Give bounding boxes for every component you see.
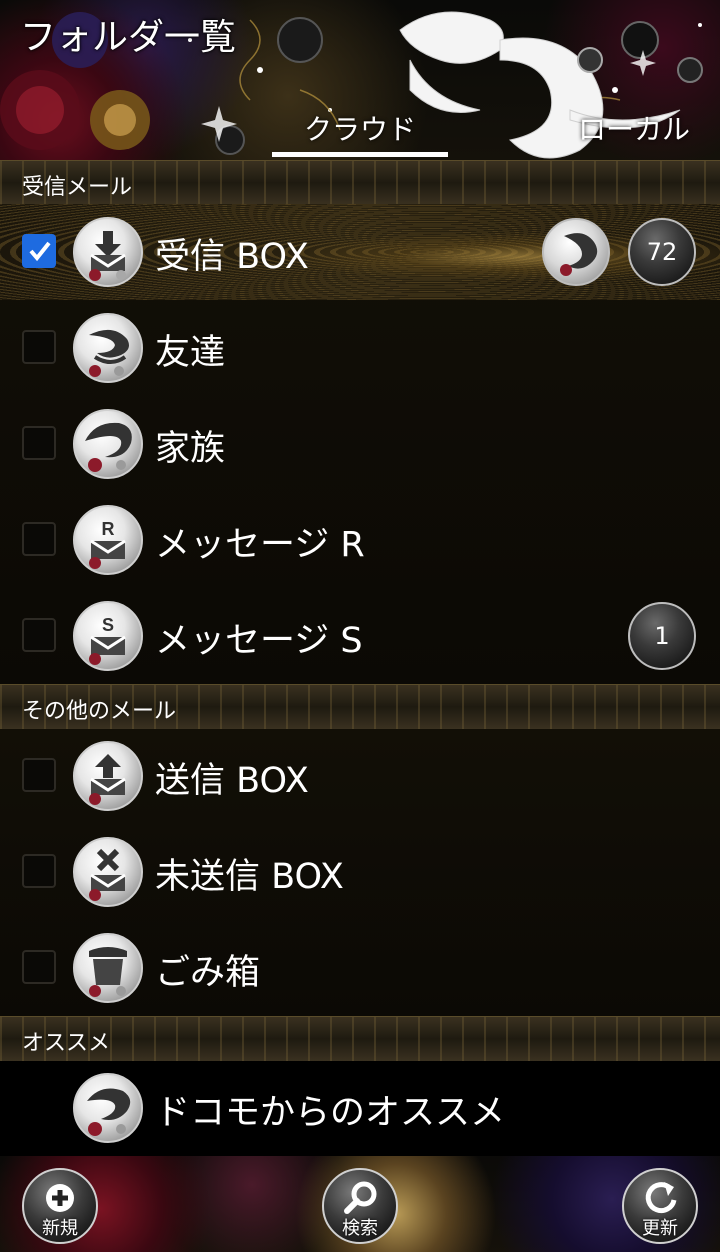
dragon-badge bbox=[542, 218, 610, 286]
checkbox[interactable] bbox=[22, 522, 56, 556]
tab-local-label: ローカル bbox=[577, 113, 690, 146]
folder-row-friends[interactable]: 友達 bbox=[0, 300, 720, 396]
folder-row-docomo-recommend[interactable]: ドコモからのオススメ bbox=[0, 1060, 720, 1156]
folder-row-message-s[interactable]: S メッセージ S 1 bbox=[0, 588, 720, 684]
folder-row-message-r[interactable]: R メッセージ R bbox=[0, 492, 720, 588]
svg-text:S: S bbox=[102, 615, 114, 635]
section-header-recommend: オススメ bbox=[0, 1016, 720, 1062]
outbox-upload-icon bbox=[73, 741, 143, 811]
folder-row-unsent[interactable]: 未送信 BOX bbox=[0, 824, 720, 920]
new-button[interactable]: 新規 bbox=[20, 1164, 100, 1248]
tab-local[interactable]: ローカル bbox=[548, 108, 720, 160]
inbox-download-icon bbox=[73, 217, 143, 287]
tab-cloud[interactable]: クラウド bbox=[272, 108, 448, 160]
check-icon bbox=[29, 241, 51, 262]
section-header-inbox: 受信メール bbox=[0, 160, 720, 206]
section-title: オススメ bbox=[22, 1031, 111, 1056]
unread-count-badge: 72 bbox=[628, 218, 696, 286]
page-title: フォルダ一覧 bbox=[20, 17, 237, 58]
svg-text:R: R bbox=[102, 519, 115, 539]
checkbox[interactable] bbox=[22, 854, 56, 888]
refresh-button[interactable]: 更新 bbox=[620, 1164, 700, 1248]
dragon-icon bbox=[73, 1073, 143, 1143]
dragon-icon bbox=[73, 409, 143, 479]
unsent-x-icon bbox=[73, 837, 143, 907]
folder-label: 受信 BOX bbox=[155, 237, 309, 277]
folder-label: 未送信 BOX bbox=[155, 857, 344, 897]
checkbox[interactable] bbox=[22, 758, 56, 792]
tab-selected-indicator bbox=[272, 152, 448, 157]
folder-row-family[interactable]: 家族 bbox=[0, 396, 720, 492]
folder-label: メッセージ S bbox=[155, 621, 363, 661]
header: フォルダ一覧 クラウド ローカル bbox=[0, 0, 720, 160]
refresh-button-label: 更新 bbox=[642, 1218, 678, 1239]
checkbox[interactable] bbox=[22, 618, 56, 652]
unread-count-badge: 1 bbox=[628, 602, 696, 670]
tab-cloud-label: クラウド bbox=[303, 113, 416, 146]
bottom-toolbar: 新規 検索 更新 bbox=[0, 1156, 720, 1252]
dragon-icon bbox=[73, 313, 143, 383]
folder-label: 友達 bbox=[155, 333, 226, 373]
checkbox[interactable] bbox=[22, 950, 56, 984]
message-r-icon: R bbox=[73, 505, 143, 575]
section-title: その他のメール bbox=[22, 699, 177, 724]
search-button[interactable]: 検索 bbox=[320, 1164, 400, 1248]
folder-row-inbox[interactable]: 受信 BOX 72 bbox=[0, 204, 720, 300]
folder-row-trash[interactable]: ごみ箱 bbox=[0, 920, 720, 1016]
section-header-other-mail: その他のメール bbox=[0, 684, 720, 730]
checkbox[interactable] bbox=[22, 426, 56, 460]
search-button-label: 検索 bbox=[342, 1218, 378, 1239]
folder-row-outbox[interactable]: 送信 BOX bbox=[0, 728, 720, 824]
trash-icon bbox=[73, 933, 143, 1003]
section-title: 受信メール bbox=[22, 175, 133, 200]
checkbox[interactable] bbox=[22, 330, 56, 364]
folder-label: ごみ箱 bbox=[155, 953, 261, 993]
checkbox-checked[interactable] bbox=[22, 234, 56, 268]
message-s-icon: S bbox=[73, 601, 143, 671]
folder-label: 送信 BOX bbox=[155, 761, 309, 801]
new-button-label: 新規 bbox=[42, 1218, 78, 1239]
folder-label: メッセージ R bbox=[155, 525, 365, 565]
folder-label: ドコモからのオススメ bbox=[155, 1093, 506, 1133]
dragon-icon bbox=[560, 233, 598, 276]
folder-label: 家族 bbox=[155, 429, 226, 469]
